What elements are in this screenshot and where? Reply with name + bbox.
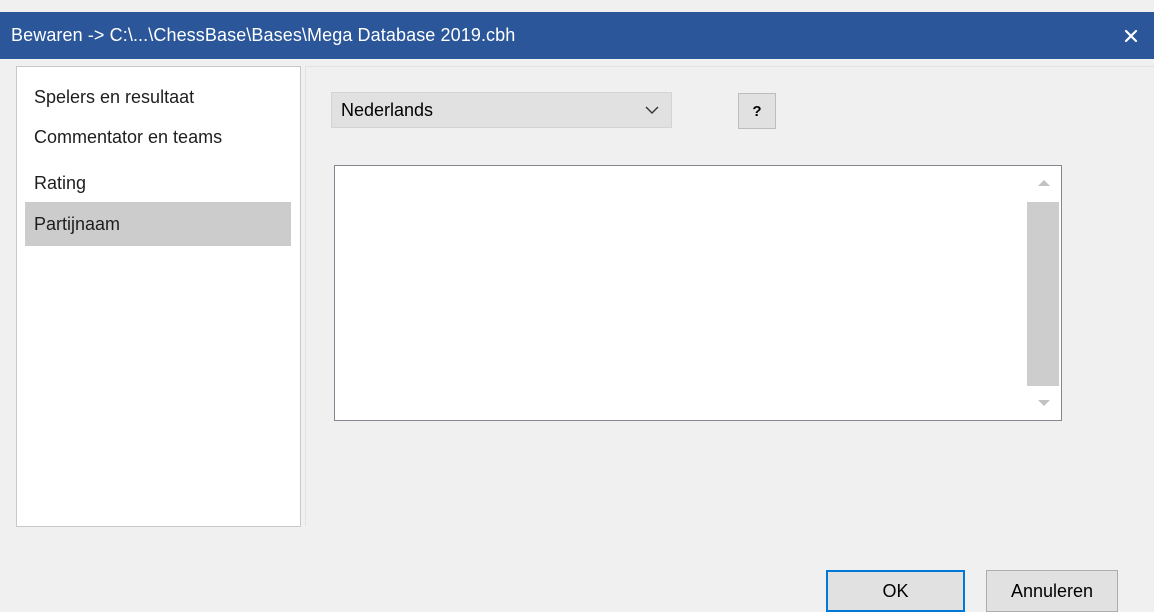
vertical-scrollbar[interactable] <box>1026 166 1061 420</box>
close-icon <box>1124 29 1138 42</box>
triangle-down-icon <box>1037 400 1050 406</box>
dialog-window: Bewaren -> C:\...\ChessBase\Bases\Mega D… <box>0 0 1154 612</box>
title-bar: Bewaren -> C:\...\ChessBase\Bases\Mega D… <box>0 12 1154 59</box>
close-button[interactable] <box>1108 12 1154 59</box>
help-button[interactable]: ? <box>738 93 776 129</box>
ok-button[interactable]: OK <box>826 570 965 612</box>
sidebar-item-commentator-en-teams[interactable]: Commentator en teams <box>25 115 291 159</box>
scroll-up-button[interactable] <box>1026 166 1061 200</box>
triangle-up-icon <box>1037 180 1050 186</box>
game-name-list[interactable] <box>334 165 1062 421</box>
sidebar-item-spelers-en-resultaat[interactable]: Spelers en resultaat <box>25 75 291 119</box>
sidebar-item-label: Spelers en resultaat <box>34 87 195 107</box>
cancel-button[interactable]: Annuleren <box>986 570 1118 612</box>
sidebar-item-partijnaam[interactable]: Partijnaam <box>25 202 291 246</box>
chevron-down-icon <box>645 106 659 114</box>
scroll-thumb[interactable] <box>1027 202 1059 386</box>
category-list: Spelers en resultaat Commentator en team… <box>16 66 301 527</box>
ok-button-label: OK <box>882 580 909 601</box>
cancel-button-label: Annuleren <box>1010 580 1094 601</box>
help-button-label: ? <box>752 102 762 120</box>
scroll-down-button[interactable] <box>1026 386 1061 420</box>
sidebar-item-label: Partijnaam <box>34 214 121 234</box>
sidebar-item-label: Rating <box>34 173 87 193</box>
language-select[interactable]: Nederlands <box>331 92 672 128</box>
sidebar-item-rating[interactable]: Rating <box>25 161 291 205</box>
window-title: Bewaren -> C:\...\ChessBase\Bases\Mega D… <box>11 25 516 45</box>
language-select-value: Nederlands <box>341 100 434 120</box>
sidebar-item-label: Commentator en teams <box>34 127 223 147</box>
